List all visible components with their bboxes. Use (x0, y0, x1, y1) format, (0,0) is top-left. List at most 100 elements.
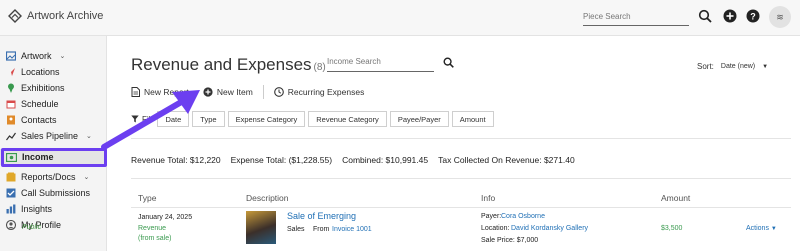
sort-label: Sort: (697, 62, 714, 71)
reports-icon (6, 172, 16, 182)
new-report-label: New Report (144, 87, 189, 97)
sidebar-item-label: Reports/Docs (21, 172, 76, 182)
svg-text:?: ? (750, 12, 756, 22)
sidebar-item-my-profile[interactable]: My Profile (0, 217, 107, 233)
filter-label-text: Fil (142, 114, 151, 124)
chart-line-icon (6, 132, 16, 141)
logo-icon (8, 9, 22, 23)
profile-visibility: Public (22, 224, 42, 231)
column-header-type[interactable]: Type (138, 193, 156, 203)
sidebar-item-insights[interactable]: Insights (0, 201, 107, 217)
page-title-text: Revenue and Expenses (131, 55, 312, 74)
row-actions-label: Actions (746, 225, 769, 232)
chevron-down-icon: ⌄ (59, 53, 66, 60)
income-search-input[interactable] (327, 57, 434, 66)
filter-expense-category[interactable]: Expense Category (227, 111, 306, 127)
actions-divider (262, 85, 264, 99)
new-report-button[interactable]: New Report (131, 87, 189, 97)
income-highlight-box (1, 148, 107, 167)
item-count: (8) (313, 62, 326, 73)
clock-icon (273, 87, 284, 97)
column-header-description[interactable]: Description (246, 193, 289, 203)
caret-down-icon: ▼ (770, 226, 777, 232)
row-actions-menu[interactable]: Actions ▼ (746, 225, 777, 232)
row-date: January 24, 2025 (138, 214, 193, 221)
row-amount: $3,500 (661, 225, 683, 232)
revenue-total: Revenue Total: $12,220 (131, 155, 221, 165)
piece-search-input[interactable] (583, 8, 689, 25)
sidebar-item-label: Artwork (21, 51, 52, 61)
totals-summary: Revenue Total: $12,220 Expense Total: ($… (131, 155, 575, 165)
divider (131, 178, 791, 179)
filter-label: Fil (131, 115, 150, 124)
column-header-info[interactable]: Info (481, 193, 495, 203)
calendar-icon (6, 100, 16, 109)
sidebar-item-label: Insights (21, 204, 53, 214)
profile-icon (6, 220, 16, 230)
map-pin-icon (8, 83, 14, 93)
top-bar: Artwork Archive ? ≋ (0, 0, 800, 36)
sort-control[interactable]: Sort: Date (new) ▼ (697, 62, 768, 71)
submissions-icon (6, 188, 16, 198)
sidebar-item-sales-pipeline[interactable]: Sales Pipeline ⌄ (0, 128, 107, 144)
avatar[interactable]: ≋ (769, 6, 791, 28)
sidebar-item-reports-docs[interactable]: Reports/Docs ⌄ (0, 169, 107, 185)
chevron-down-icon: ⌄ (83, 174, 90, 181)
divider (131, 138, 791, 139)
artwork-icon (6, 51, 16, 61)
row-desc-from-label: From (313, 226, 330, 233)
income-search[interactable] (327, 56, 434, 72)
filter-payee-payer[interactable]: Payee/Payer (389, 111, 449, 127)
sale-price: Sale Price: $7,000 (481, 237, 539, 244)
sidebar-item-exhibitions[interactable]: Exhibitions (0, 80, 107, 96)
invoice-link[interactable]: Invoice 1001 (332, 226, 372, 233)
sidebar-item-artwork[interactable]: Artwork ⌄ (0, 48, 107, 64)
document-icon (131, 87, 140, 97)
table-header-divider (131, 207, 791, 208)
artwork-thumbnail[interactable] (246, 211, 276, 244)
sidebar-item-call-submissions[interactable]: Call Submissions (0, 185, 107, 201)
filter-type[interactable]: Type (192, 111, 225, 127)
sidebar-item-label: Locations (21, 67, 60, 77)
actions-row: New Report New Item Recurring Expenses (131, 85, 364, 99)
recurring-expenses-label: Recurring Expenses (287, 87, 365, 97)
new-item-button[interactable]: New Item (203, 87, 253, 97)
search-icon[interactable] (443, 57, 454, 68)
row-type: Revenue (138, 225, 167, 232)
payer-link[interactable]: Cora Osborne (501, 213, 545, 220)
combined-total: Combined: $10,991.45 (342, 155, 429, 165)
chevron-down-icon: ▼ (762, 63, 769, 70)
help-icon[interactable]: ? (746, 9, 760, 23)
piece-search[interactable] (583, 8, 689, 26)
plus-circle-icon (203, 87, 213, 97)
filter-icon (131, 115, 139, 123)
insights-icon (6, 204, 16, 214)
location-link[interactable]: David Kordansky Gallery (511, 225, 588, 232)
tax-collected: Tax Collected On Revenue: $271.40 (438, 155, 575, 165)
column-header-amount[interactable]: Amount (661, 193, 690, 203)
app-name: Artwork Archive (27, 10, 104, 22)
payer-label: Payer: (481, 213, 502, 220)
filter-date[interactable]: Date (157, 111, 190, 127)
filter-revenue-category[interactable]: Revenue Category (308, 111, 387, 127)
row-title-link[interactable]: Sale of Emerging (287, 211, 356, 221)
new-item-label: New Item (216, 87, 253, 97)
sidebar-item-contacts[interactable]: Contacts (0, 112, 107, 128)
sidebar-item-schedule[interactable]: Schedule (0, 96, 107, 112)
sidebar-item-label: Contacts (21, 115, 57, 125)
sidebar-item-label: Schedule (21, 99, 59, 109)
row-desc-kind: Sales (287, 226, 305, 233)
sidebar-item-locations[interactable]: Locations (0, 64, 107, 80)
sidebar-item-label: Exhibitions (21, 83, 65, 93)
app-logo[interactable]: Artwork Archive (8, 9, 103, 23)
row-type-sub: (from sale) (138, 235, 172, 242)
avatar-initials: ≋ (776, 11, 784, 22)
recurring-expenses-button[interactable]: Recurring Expenses (273, 87, 365, 97)
sort-value: Date (new) (720, 63, 756, 70)
chevron-down-icon: ⌄ (86, 133, 92, 140)
plus-circle-icon[interactable] (723, 9, 737, 23)
location-label: Location: (481, 225, 510, 232)
contacts-icon (7, 115, 15, 125)
search-icon[interactable] (698, 9, 712, 23)
filter-amount[interactable]: Amount (451, 111, 494, 127)
